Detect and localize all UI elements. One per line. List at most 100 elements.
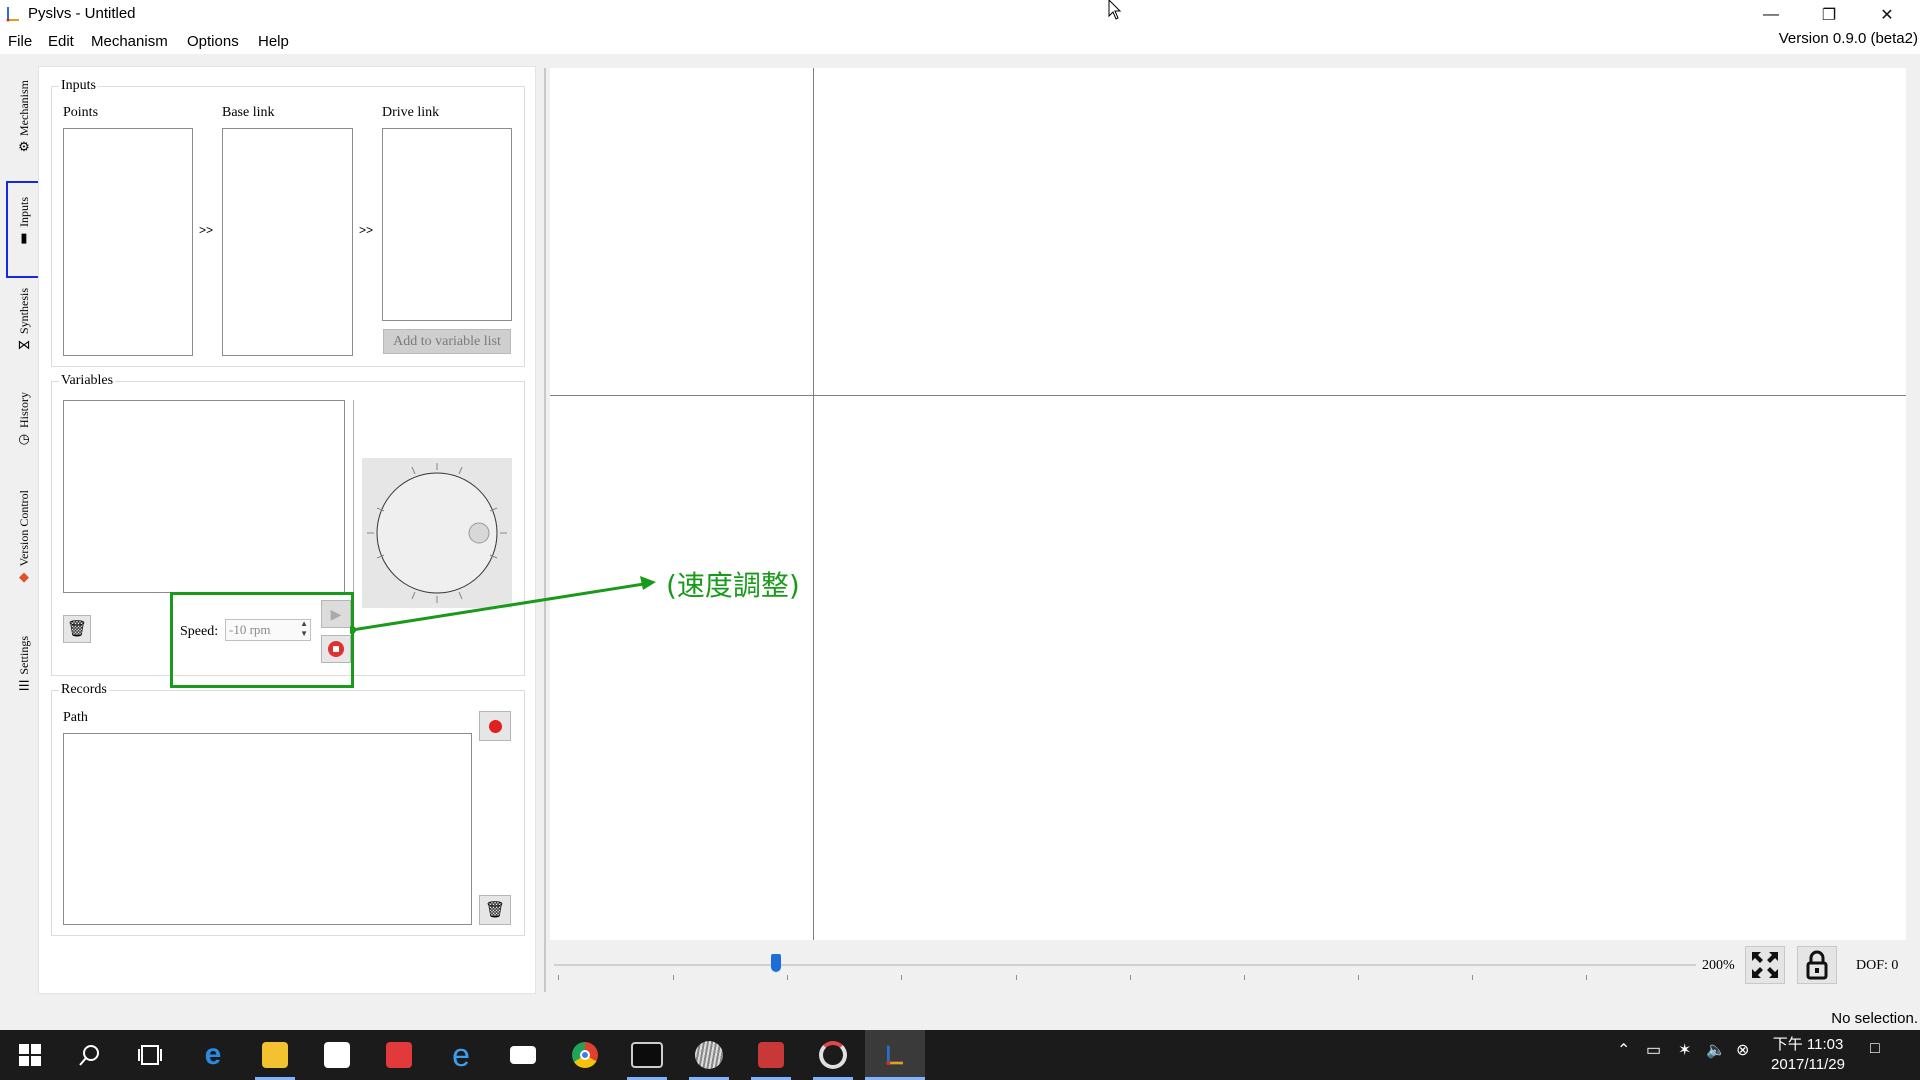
base-link-list[interactable]: [222, 128, 353, 356]
menu-mechanism[interactable]: Mechanism: [91, 33, 168, 50]
expand-icon: [1752, 952, 1778, 978]
taskbar-globe-app[interactable]: [679, 1030, 739, 1080]
points-label: Points: [63, 105, 99, 120]
slider-tick: [1472, 975, 1473, 980]
wifi-icon[interactable]: ✶: [1678, 1040, 1691, 1060]
chrome-icon: [572, 1042, 598, 1068]
ie-icon: e: [452, 1036, 470, 1073]
slider-tick: [901, 975, 902, 980]
taskbar-edge[interactable]: e: [183, 1030, 243, 1080]
variables-divider: [353, 400, 354, 593]
mechanism-canvas[interactable]: [550, 68, 1906, 940]
slider-tick: [1586, 975, 1587, 980]
mail-icon: [510, 1046, 536, 1064]
gift-icon: [386, 1042, 412, 1068]
arrow-base-to-drive: >>: [359, 223, 374, 237]
drive-link-list[interactable]: [382, 128, 512, 321]
zoom-slider-handle[interactable]: [771, 954, 781, 972]
taskbar-gift-app[interactable]: [369, 1030, 429, 1080]
tab-version-control[interactable]: Version Control ◆: [10, 490, 38, 584]
tab-mechanism-label: Mechanism: [16, 80, 31, 136]
globe-icon: [695, 1041, 723, 1069]
store-icon: [324, 1042, 350, 1068]
taskbar-pyslvs[interactable]: [865, 1030, 925, 1080]
close-button[interactable]: ✕: [1858, 0, 1916, 30]
task-view-icon: [138, 1045, 162, 1065]
panel-splitter[interactable]: [544, 68, 546, 992]
version-label: Version 0.9.0 (beta2): [1778, 30, 1918, 47]
slider-tick: [673, 975, 674, 980]
tab-history-label: History: [16, 392, 31, 428]
menu-file[interactable]: File: [8, 33, 32, 50]
lock-button[interactable]: [1797, 946, 1837, 984]
tab-history[interactable]: History ◷: [10, 392, 38, 446]
slider-tick: [1358, 975, 1359, 980]
battery-icon[interactable]: ▭: [1646, 1040, 1661, 1060]
menu-edit[interactable]: Edit: [48, 33, 74, 50]
synthesis-icon: ⋈: [17, 337, 31, 353]
pyslvs-app-icon: [6, 7, 19, 22]
delete-variable-button[interactable]: 🗑: [63, 615, 91, 643]
taskbar-store[interactable]: [307, 1030, 367, 1080]
taskbar-internet-explorer[interactable]: e: [431, 1030, 491, 1080]
minimize-button[interactable]: —: [1742, 0, 1800, 30]
taskbar-terminal[interactable]: [617, 1030, 677, 1080]
notification-icon[interactable]: □: [1870, 1040, 1880, 1058]
menu-options[interactable]: Options: [187, 33, 239, 50]
slider-tick: [558, 975, 559, 980]
taskbar-photo-app[interactable]: [803, 1030, 863, 1080]
start-button[interactable]: [0, 1030, 60, 1080]
inputs-panel: Inputs Points >> Base link >> Drive link…: [38, 66, 536, 994]
network-error-icon[interactable]: ⊗: [1736, 1040, 1749, 1060]
tab-settings-label: Settings: [16, 636, 31, 675]
task-view-button[interactable]: [120, 1030, 180, 1080]
search-button[interactable]: [60, 1030, 120, 1080]
clock-date[interactable]: 2017/11/29: [1760, 1056, 1856, 1073]
tab-mechanism[interactable]: Mechanism ⚙: [10, 80, 38, 154]
add-to-variable-list-button[interactable]: Add to variable list: [383, 329, 511, 354]
tab-version-control-label: Version Control: [16, 490, 31, 567]
drive-link-label: Drive link: [382, 105, 440, 120]
pyslvs-app-icon: [886, 1045, 903, 1065]
annotation-arrow: [350, 576, 656, 634]
clock-time[interactable]: 下午 11:03: [1760, 1033, 1856, 1054]
restore-button[interactable]: ❐: [1800, 0, 1858, 30]
tray-chevron-icon[interactable]: ⌃: [1617, 1040, 1630, 1060]
menu-help[interactable]: Help: [258, 33, 289, 50]
zoom-level: 200%: [1702, 958, 1735, 973]
fit-view-button[interactable]: [1745, 946, 1785, 984]
taskbar-file-explorer[interactable]: [245, 1030, 305, 1080]
annotation-text: (速度調整): [666, 569, 800, 602]
path-label: Path: [63, 710, 88, 725]
close-icon: ✕: [1880, 7, 1894, 24]
window-title: Pyslvs - Untitled: [28, 5, 136, 22]
path-list[interactable]: [63, 733, 472, 925]
points-list[interactable]: [63, 128, 193, 356]
trash-icon: 🗑: [484, 902, 506, 919]
gear-icon: ⚙: [18, 139, 30, 154]
slider-tick: [1130, 975, 1131, 980]
record-button[interactable]: [479, 711, 511, 741]
variables-list[interactable]: [63, 400, 345, 593]
folder-icon: [262, 1042, 288, 1068]
slider-tick: [1016, 975, 1017, 980]
minimize-icon: —: [1763, 6, 1779, 23]
tab-synthesis-label: Synthesis: [16, 288, 31, 335]
taskbar-mail[interactable]: [493, 1030, 553, 1080]
taskbar-dev-app[interactable]: [741, 1030, 801, 1080]
delete-path-button[interactable]: 🗑: [479, 895, 511, 925]
tab-settings[interactable]: Settings ☰: [10, 636, 38, 693]
terminal-icon: [631, 1042, 663, 1068]
volume-icon[interactable]: 🔈: [1706, 1040, 1726, 1060]
search-icon: [79, 1045, 99, 1066]
windows-icon: [19, 1044, 41, 1066]
mouse-cursor-icon: [1108, 0, 1122, 20]
taskbar-chrome[interactable]: [555, 1030, 615, 1080]
tab-synthesis[interactable]: Synthesis ⋈: [10, 288, 38, 352]
dof-label: DOF: 0: [1856, 958, 1899, 973]
inputs-group-title: Inputs: [59, 78, 98, 94]
title-bar: [0, 0, 1920, 30]
slider-tick: [1244, 975, 1245, 980]
zoom-slider[interactable]: [554, 964, 1696, 966]
record-icon: [488, 719, 502, 733]
